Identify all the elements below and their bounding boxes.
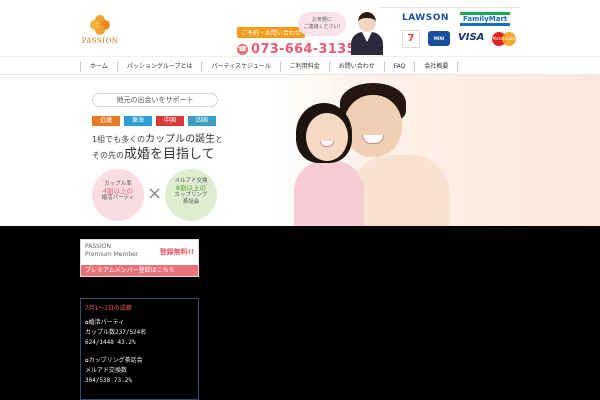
region-tag: 東海: [124, 116, 152, 126]
circle-highlight: 4割以上の: [102, 187, 134, 195]
flower-logo-icon: [90, 15, 110, 35]
results-line: 304/538 73.2%: [85, 377, 132, 384]
member-title-line: Premium Member: [85, 251, 139, 258]
region-tag: 中国: [156, 116, 184, 126]
main-nav: ホーム パッショングループとは パーティスケジュール ご利用料金 お問い合わせ …: [0, 56, 600, 75]
circle-text: 婚活パーティ: [101, 195, 135, 201]
copy-text: と: [215, 135, 224, 144]
results-title: ✿カップリング茶話会: [85, 357, 143, 364]
cross-icon: ×: [147, 183, 163, 204]
region-tag: 四国: [188, 116, 216, 126]
nav-item-contact[interactable]: お問い合わせ: [328, 61, 384, 72]
hero-copy-line2: その先の成婚を目指して: [92, 143, 215, 162]
member-title-line: PASSION: [85, 243, 111, 250]
nav-item-home[interactable]: ホーム: [80, 61, 117, 72]
lawson-logo: LAWSON: [402, 13, 449, 23]
results-line: 624/1448 43.2%: [85, 339, 136, 346]
results-line: カップル数237/524名: [85, 329, 147, 336]
nav-item-company[interactable]: 会社概要: [414, 61, 459, 72]
circle-highlight: 8割以上の: [175, 184, 207, 192]
visa-logo: VISA: [458, 32, 485, 43]
nav-item-schedule[interactable]: パーティスケジュール: [201, 61, 279, 72]
seven-eleven-logo: 7: [402, 30, 420, 48]
region-tags: 近畿 東海 中国 四国: [92, 116, 216, 126]
logo-text: PASSION: [81, 37, 119, 45]
hero-banner: 地元の出会いをサポート 近畿 東海 中国 四国 1組でも多くのカップルの誕生と …: [0, 75, 600, 226]
nav-item-pricing[interactable]: ご利用料金: [279, 61, 329, 72]
nav-items: ホーム パッショングループとは パーティスケジュール ご利用料金 お問い合わせ …: [80, 61, 459, 72]
nav-item-about[interactable]: パッショングループとは: [116, 61, 202, 72]
hero-tagline: 地元の出会いをサポート: [92, 93, 218, 107]
ministop-logo: MINI STOP: [428, 31, 450, 56]
copy-text: その先の: [92, 151, 124, 160]
results-heading: 7月1〜2日の成績: [85, 305, 132, 312]
nav-item-faq[interactable]: FAQ: [383, 61, 415, 72]
speech-bubble: お気軽に ご連絡ください!: [298, 12, 346, 36]
contact-label: ご予約・お問い合わせ: [237, 27, 306, 38]
results-panel: 7月1〜2日の成績 ✿婚活パーティ カップル数237/524名 624/1448…: [80, 298, 199, 400]
circle-text: カップリング: [174, 192, 208, 198]
phone-number: 073-664-3135: [251, 42, 356, 57]
member-title: PASSION Premium Member: [85, 243, 138, 259]
premium-member-banner[interactable]: PASSION Premium Member 登録無料!! プレミアムメンバー登…: [80, 239, 199, 277]
familymart-logo: FamilyMart: [460, 12, 511, 26]
region-tag: 近畿: [92, 116, 120, 126]
copy-accent: 成婚を目指して: [124, 147, 215, 162]
mastercard-text: MasterCard: [492, 36, 516, 41]
bubble-text: お気軽に ご連絡ください!: [303, 17, 341, 30]
free-registration-badge: 登録無料!!: [159, 248, 194, 256]
couple-photo: [290, 75, 600, 226]
circle-text: 茶話会: [182, 199, 200, 205]
mastercard-logo: MasterCard: [492, 32, 516, 46]
phone-link[interactable]: ☎ 073-664-3135: [237, 42, 356, 57]
payment-brands: LAWSON FamilyMart 7 MINI STOP VISA Maste…: [402, 12, 516, 56]
tea-party-feature-circle: メルアド交換 8割以上の カップリング 茶話会: [165, 169, 217, 221]
member-register-link[interactable]: プレミアムメンバー登録はこちら: [81, 265, 198, 276]
results-line: メルアド交換数: [85, 367, 128, 374]
party-feature-circle: カップル率 4割以上の 婚活パーティ: [92, 169, 144, 221]
results-title: ✿婚活パーティ: [85, 319, 125, 326]
operator-image: [348, 10, 386, 55]
phone-icon: ☎: [237, 44, 248, 55]
site-logo[interactable]: PASSION: [80, 15, 120, 49]
top-notice: ＿＿＿＿＿＿＿＿＿＿＿＿＿＿＿＿＿＿＿＿＿＿＿＿＿＿＿＿: [379, 3, 520, 9]
